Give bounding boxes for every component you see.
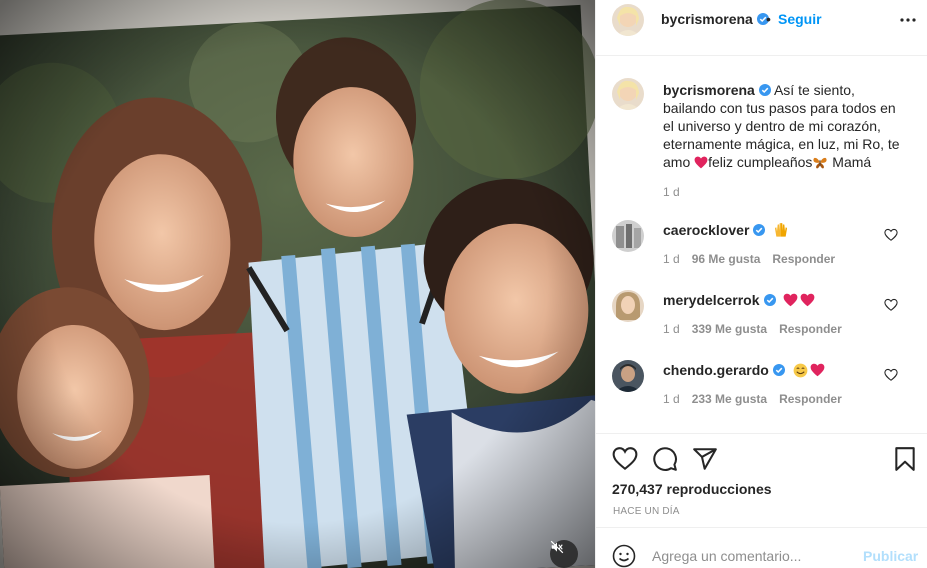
verified-badge-icon [772,364,785,376]
caption-username[interactable]: bycrismorena [663,82,755,98]
comment-author[interactable]: merydelcerrok [663,292,815,308]
follow-button[interactable]: Seguir [778,11,822,27]
like-comment-heart-icon[interactable] [884,368,898,382]
comment-time[interactable]: 1 d [663,252,680,266]
post-header: bycrismorena • Seguir [596,0,927,56]
share-paper-plane-icon[interactable] [692,446,718,472]
caption-timestamp[interactable]: 1 d [663,185,680,199]
speaker-muted-icon [550,540,564,554]
publish-comment-button[interactable]: Publicar [863,548,918,564]
caption-text: bycrismorena Así te siento, bailando con… [663,81,908,171]
commenter-avatar[interactable] [612,360,644,392]
verified-badge-icon [758,84,771,96]
raised-hands-emoji-icon [775,223,788,237]
author-username[interactable]: bycrismorena [661,11,769,27]
view-count[interactable]: 270,437 reproducciones [612,481,772,497]
header-separator: • [766,11,771,27]
add-comment-bar: Publicar [596,527,927,568]
comment-time[interactable]: 1 d [663,392,680,406]
smiling-face-emoji-icon [793,363,808,378]
save-bookmark-icon[interactable] [892,446,918,472]
post-media-video[interactable] [0,0,595,568]
like-comment-heart-icon[interactable] [884,298,898,312]
like-heart-icon[interactable] [612,446,638,472]
butterfly-emoji-icon [813,157,827,169]
red-heart-emoji-icon [810,363,825,377]
red-heart-emoji-icon [784,293,798,307]
red-heart-emoji-icon [801,293,815,307]
video-frame-photo [0,0,595,568]
comment-meta: 1 d 339 Me gusta Responder [663,322,854,336]
post-side-panel: bycrismorena • Seguir bycrismorena Así t… [595,0,927,568]
comment-time[interactable]: 1 d [663,322,680,336]
comment-meta: 1 d 233 Me gusta Responder [663,392,854,406]
comment-author[interactable]: chendo.gerardo [663,362,825,378]
add-comment-input[interactable] [652,548,852,564]
caption-signature: Mamá [828,154,872,170]
red-heart-emoji-icon [694,156,708,169]
caption-author-avatar[interactable] [612,78,644,110]
comment-item: chendo.gerardo 1 d 233 Me gusta Responder [612,360,912,410]
comment-likes[interactable]: 339 Me gusta [692,322,767,336]
actions-divider [596,433,927,434]
reply-button[interactable]: Responder [779,392,842,406]
comment-item: caerocklover 1 d 96 Me gusta Responder [612,220,912,270]
caption-body-2: feliz cumpleaños [708,154,813,170]
emoji-picker-icon[interactable] [612,544,636,568]
comment-meta: 1 d 96 Me gusta Responder [663,252,847,266]
comment-likes[interactable]: 233 Me gusta [692,392,767,406]
post-date[interactable]: HACE UN DÍA [613,506,680,517]
like-comment-heart-icon[interactable] [884,228,898,242]
verified-badge-icon [763,294,776,306]
author-avatar[interactable] [612,4,644,36]
comment-likes[interactable]: 96 Me gusta [692,252,761,266]
commenter-avatar[interactable] [612,290,644,322]
comment-author[interactable]: caerocklover [663,222,789,238]
commenter-avatar[interactable] [612,220,644,252]
reply-button[interactable]: Responder [772,252,835,266]
comment-item: merydelcerrok 1 d 339 Me gusta Responder [612,290,912,340]
mute-toggle-button[interactable] [550,540,578,568]
comment-bubble-icon[interactable] [652,446,678,472]
more-dots-icon[interactable] [898,12,918,28]
reply-button[interactable]: Responder [779,322,842,336]
verified-badge-icon [753,224,766,236]
